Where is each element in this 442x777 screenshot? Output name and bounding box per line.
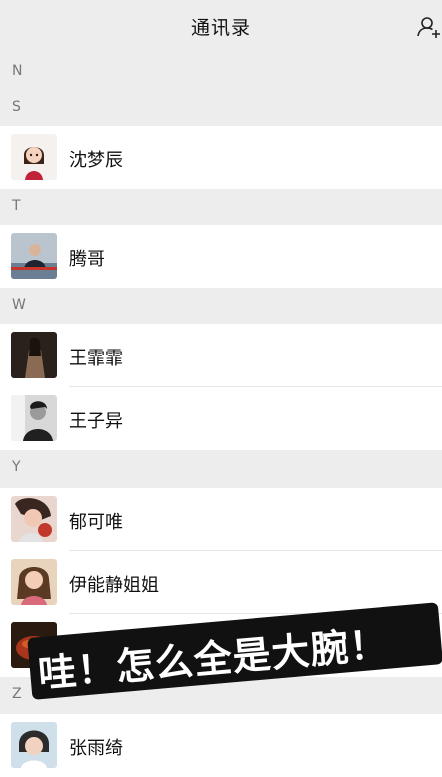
section-letter: Y	[12, 459, 21, 475]
contact-row[interactable]: 腾哥	[0, 225, 442, 288]
contact-name: 郁可唯	[69, 512, 123, 533]
avatar	[11, 496, 57, 542]
add-contact-icon[interactable]	[416, 14, 442, 40]
section-letter: W	[12, 297, 26, 313]
contact-name: 伊能静姐姐	[69, 575, 159, 596]
contact-row[interactable]: 张雨绮	[0, 714, 442, 777]
page-title: 通讯录	[190, 17, 251, 39]
contact-name: 沈梦辰	[69, 150, 123, 171]
contact-row[interactable]: 王子异	[0, 387, 442, 450]
section-header-w: W	[0, 288, 442, 324]
avatar	[11, 559, 57, 605]
section-letter: T	[12, 198, 21, 214]
contact-name: 腾哥	[69, 249, 105, 270]
avatar	[11, 395, 57, 441]
section-header-s: S	[0, 90, 442, 126]
section-letter: N	[12, 63, 23, 79]
avatar	[11, 233, 57, 279]
section-letter: Z	[12, 686, 22, 702]
avatar	[11, 332, 57, 378]
section-header-n: N	[0, 54, 442, 90]
avatar	[11, 722, 57, 768]
avatar	[11, 134, 57, 180]
section-header-t: T	[0, 189, 442, 225]
contact-row[interactable]: 王霏霏	[0, 324, 442, 387]
contact-name: 张雨绮	[69, 738, 123, 759]
contact-row[interactable]: 郁可唯	[0, 488, 442, 551]
section-letter: S	[12, 99, 21, 115]
contact-name: 王子异	[69, 411, 123, 432]
contact-row[interactable]: 沈梦辰	[0, 126, 442, 189]
contact-name: 王霏霏	[69, 348, 123, 369]
section-header-y: Y	[0, 450, 442, 486]
navigation-bar: 通讯录	[0, 0, 442, 55]
